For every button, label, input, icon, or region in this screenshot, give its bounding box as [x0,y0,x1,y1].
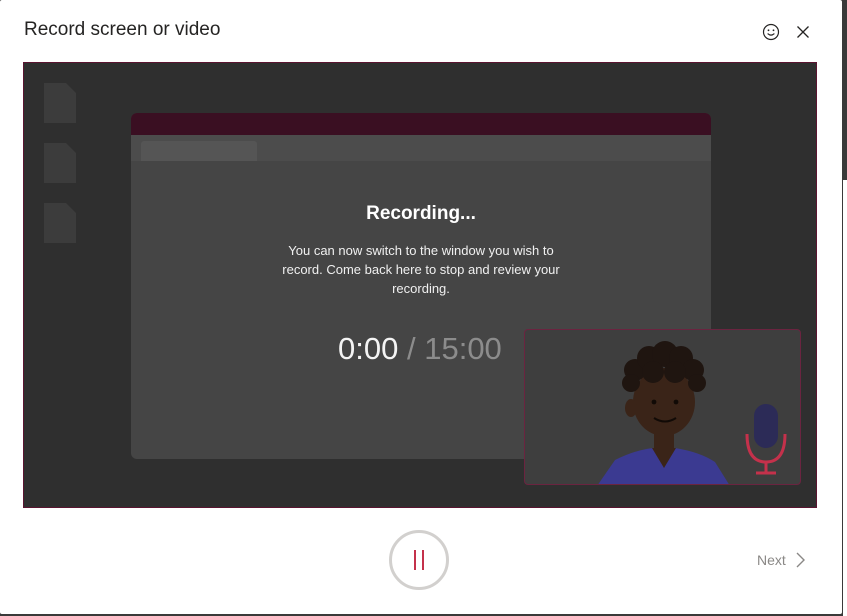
pause-icon [411,550,427,570]
file-icon [44,143,76,183]
next-button[interactable]: Next [757,552,805,568]
background-window-edge [843,180,847,616]
close-button[interactable] [791,20,815,44]
time-limit: 15:00 [424,331,502,366]
recording-preview: Recording... You can now switch to the w… [23,62,817,508]
recording-timer: 0:00 / 15:00 [338,331,502,367]
microphone-icon [745,404,787,475]
file-icon [44,83,76,123]
recording-status: Recording... [366,203,476,224]
camera-preview [524,329,801,485]
dialog-title: Record screen or video [24,19,221,40]
pause-button[interactable] [389,530,449,590]
feedback-button[interactable] [759,20,783,44]
illustration-titlebar [131,113,711,135]
close-icon [797,26,809,38]
illustration-tab [141,141,257,161]
next-label: Next [757,552,786,568]
elapsed-time: 0:00 [338,331,399,366]
illustration-tabstrip [131,135,711,161]
timer-separator: / [406,331,416,366]
recording-description: You can now switch to the window you wis… [282,243,560,296]
record-dialog: Record screen or video Recording... You … [0,0,842,614]
chevron-right-icon [796,552,805,568]
smiley-icon [762,23,780,41]
